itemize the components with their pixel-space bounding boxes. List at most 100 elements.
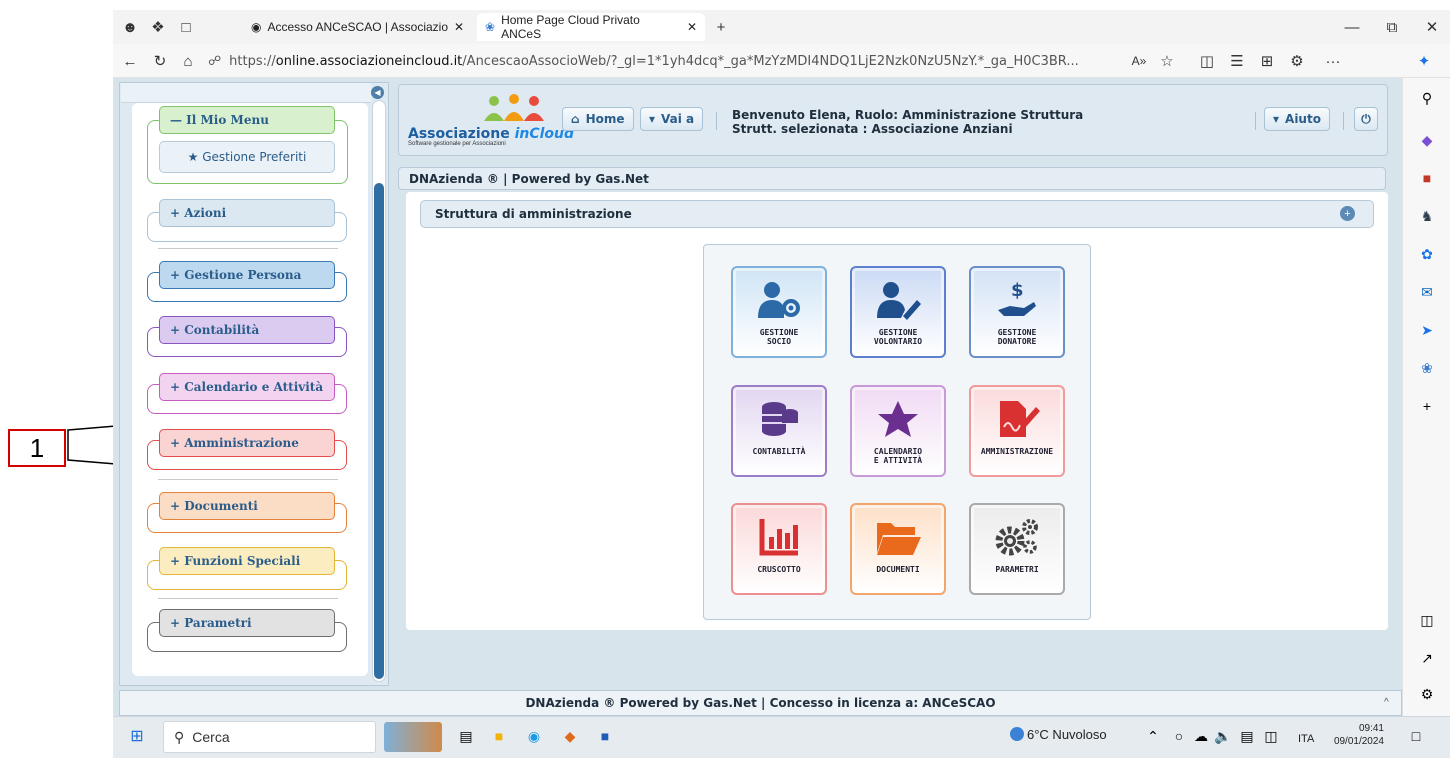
windows-start-icon[interactable]: ⊞ xyxy=(126,725,148,747)
menu-amministrazione[interactable]: + Amministrazione xyxy=(159,429,335,457)
tile-gestione-donatore[interactable]: $ GESTIONE DONATORE xyxy=(969,266,1065,358)
tile-cruscotto[interactable]: CRUSCOTTO xyxy=(731,503,827,595)
favorite-star-icon[interactable]: ☆ xyxy=(1156,50,1178,72)
menu-azioni[interactable]: + Azioni xyxy=(159,199,335,227)
microsoft365-icon[interactable]: ✿ xyxy=(1417,244,1437,264)
back-icon[interactable]: ← xyxy=(119,50,141,72)
favorites-icon[interactable]: ☰ xyxy=(1226,50,1248,72)
more-label: ··· xyxy=(1325,52,1341,70)
home-button[interactable]: ⌂ Home xyxy=(562,107,634,131)
games-icon[interactable]: ♞ xyxy=(1417,206,1437,226)
taskbar-search[interactable]: ⚲ Cerca xyxy=(163,721,376,753)
chevron-down-icon: ▾ xyxy=(649,112,656,126)
profile-icon[interactable]: ☻ xyxy=(119,16,141,38)
minimize-icon[interactable]: — xyxy=(1341,16,1363,38)
tools-icon[interactable]: ■ xyxy=(1417,168,1437,188)
aiuto-button[interactable]: ▾ Aiuto xyxy=(1264,107,1330,131)
collapse-panel-button[interactable]: ◀ xyxy=(371,86,384,99)
split-screen-icon[interactable]: ◫ xyxy=(1196,50,1218,72)
menu-label: + Funzioni Speciali xyxy=(170,554,301,568)
chevron-up-icon[interactable]: ^ xyxy=(1384,697,1389,708)
weather-icon xyxy=(1010,727,1024,741)
logout-button[interactable]: ⏻ xyxy=(1354,107,1378,131)
drop-icon[interactable]: ➤ xyxy=(1417,320,1437,340)
outlook-icon[interactable]: ✉ xyxy=(1417,282,1437,302)
vai-a-button[interactable]: ▾ Vai a xyxy=(640,107,704,131)
add-icon[interactable]: + xyxy=(1417,396,1437,416)
menu-il-mio-menu[interactable]: — Il Mio Menu xyxy=(159,106,335,134)
dna-app-icon[interactable]: ❀ xyxy=(1417,358,1437,378)
menu-scrollbar-thumb[interactable] xyxy=(374,183,384,679)
url-path: /AncescaoAssocioWeb/?_gl=1*1yh4dcq*_ga*M… xyxy=(462,53,1079,69)
menu-label: + Calendario e Attività xyxy=(170,380,324,394)
close-icon[interactable]: ✕ xyxy=(687,20,697,34)
restore-icon[interactable]: ⧉ xyxy=(1381,16,1403,38)
menu-documenti[interactable]: + Documenti xyxy=(159,492,335,520)
outlook-taskbar-icon[interactable]: ◆ xyxy=(559,725,581,747)
extensions-icon[interactable]: ⚙ xyxy=(1286,50,1308,72)
tile-label: CALENDARIO E ATTIVITÀ xyxy=(873,447,923,465)
volume-icon[interactable]: 🔈 xyxy=(1212,725,1234,747)
menu-label: — Il Mio Menu xyxy=(170,113,269,127)
url-field[interactable]: ☍ https://online.associazioneincloud.it /… xyxy=(208,49,1208,73)
external-link-icon[interactable]: ↗ xyxy=(1417,648,1437,668)
more-icon[interactable]: ··· xyxy=(1322,50,1344,72)
tile-documenti[interactable]: DOCUMENTI xyxy=(850,503,946,595)
network-icon[interactable]: ▤ xyxy=(1236,725,1258,747)
document-pen-icon xyxy=(971,397,1063,441)
tile-label: AMMINISTRAZIONE xyxy=(980,447,1054,456)
language-indicator[interactable]: ITA xyxy=(1298,733,1314,745)
chevron-up-icon[interactable]: ⌃ xyxy=(1142,725,1164,747)
home-icon: ⌂ xyxy=(571,112,580,126)
menu-calendario-attivita[interactable]: + Calendario e Attività xyxy=(159,373,335,401)
window-close-icon[interactable]: ✕ xyxy=(1421,16,1443,38)
url-host: online.associazioneincloud.it xyxy=(275,53,463,69)
tile-label: CONTABILITÀ xyxy=(752,447,806,456)
tile-amministrazione[interactable]: AMMINISTRAZIONE xyxy=(969,385,1065,477)
file-explorer-icon[interactable]: ■ xyxy=(488,725,510,747)
svg-text:$: $ xyxy=(1011,280,1024,301)
settings-icon[interactable]: ⚙ xyxy=(1417,684,1437,704)
tile-parametri[interactable]: PARAMETRI xyxy=(969,503,1065,595)
edge-icon[interactable]: ◉ xyxy=(523,725,545,747)
onedrive-icon[interactable]: ☁ xyxy=(1190,725,1212,747)
close-icon[interactable]: ✕ xyxy=(454,20,464,34)
tab-home-page[interactable]: ❀ Home Page Cloud Privato ANCeS ✕ xyxy=(477,13,705,41)
menu-parametri[interactable]: + Parametri xyxy=(159,609,335,637)
collections-icon[interactable]: ⊞ xyxy=(1256,50,1278,72)
tile-gestione-volontario[interactable]: GESTIONE VOLONTARIO xyxy=(850,266,946,358)
word-icon[interactable]: ■ xyxy=(594,725,616,747)
tile-gestione-socio[interactable]: GESTIONE SOCIO xyxy=(731,266,827,358)
menu-separator xyxy=(158,598,338,599)
shopping-icon[interactable]: ◆ xyxy=(1417,130,1437,150)
tile-label: PARAMETRI xyxy=(995,565,1039,574)
expand-icon[interactable]: + xyxy=(1340,206,1355,221)
tab-accesso[interactable]: ◉ Accesso ANCeSCAO | Associazio ✕ xyxy=(243,13,473,41)
notifications-icon[interactable]: □ xyxy=(1405,725,1427,747)
tile-calendario-attivita[interactable]: CALENDARIO E ATTIVITÀ xyxy=(850,385,946,477)
refresh-icon[interactable]: ↻ xyxy=(149,50,171,72)
star-icon xyxy=(852,397,944,441)
task-view-icon[interactable]: ▤ xyxy=(455,725,477,747)
sidebar-toggle-icon[interactable]: ◫ xyxy=(1417,610,1437,630)
menu-separator xyxy=(158,479,338,480)
workspaces-icon[interactable]: ❖ xyxy=(147,16,169,38)
weather-text[interactable]: 6°C Nuvoloso xyxy=(1027,727,1107,742)
new-tab-icon[interactable]: + xyxy=(710,16,732,38)
menu-gestione-preferiti[interactable]: ★ Gestione Preferiti xyxy=(159,141,335,173)
search-label: Cerca xyxy=(192,729,230,745)
logo: Associazione inCloud xyxy=(408,126,574,142)
display-icon[interactable]: ◫ xyxy=(1260,725,1282,747)
tab-title: Home Page Cloud Privato ANCeS xyxy=(501,13,640,41)
taskbar-clock[interactable]: 09:41 09/01/2024 xyxy=(1328,722,1384,748)
menu-funzioni-speciali[interactable]: + Funzioni Speciali xyxy=(159,547,335,575)
menu-gestione-persona[interactable]: + Gestione Persona xyxy=(159,261,335,289)
copilot-icon[interactable]: ✦ xyxy=(1413,50,1435,72)
read-aloud-icon[interactable]: A» xyxy=(1128,50,1150,72)
home-icon[interactable]: ⌂ xyxy=(177,50,199,72)
tray-app-icon[interactable]: ○ xyxy=(1168,725,1190,747)
search-icon[interactable]: ⚲ xyxy=(1417,88,1437,108)
tile-contabilita[interactable]: CONTABILITÀ xyxy=(731,385,827,477)
tab-actions-icon[interactable]: □ xyxy=(175,16,197,38)
menu-contabilita[interactable]: + Contabilità xyxy=(159,316,335,344)
